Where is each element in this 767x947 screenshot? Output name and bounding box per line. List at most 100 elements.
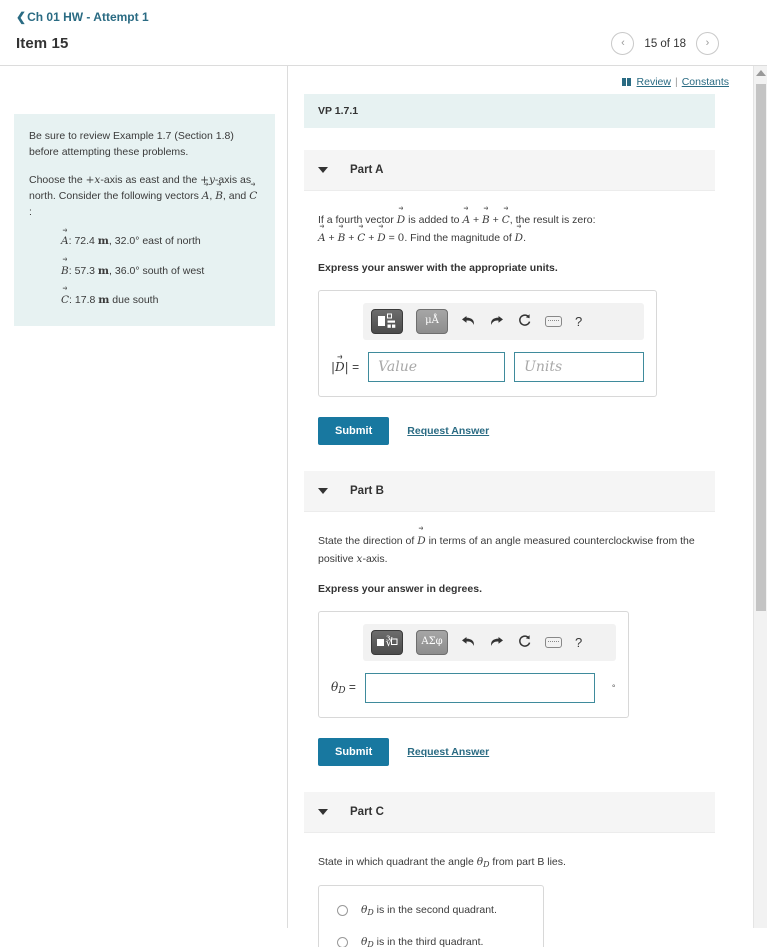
- instruction-a: Express your answer with the appropriate…: [318, 261, 558, 274]
- template-glyph: [378, 313, 396, 329]
- greek-button[interactable]: ΑΣφ: [416, 629, 448, 655]
- part-header-a[interactable]: Part A: [304, 150, 715, 191]
- keyboard-icon[interactable]: [545, 315, 562, 327]
- option-text-1: is in the second quadrant.: [373, 904, 497, 917]
- units-button-label: μÅ: [425, 315, 439, 327]
- scroll-up-arrow-icon[interactable]: [755, 70, 766, 76]
- instruction-b: Express your answer in degrees.: [318, 582, 482, 595]
- equals-sign: =: [352, 359, 360, 374]
- template-icon[interactable]: [371, 308, 403, 334]
- vector-b-symbol: B: [338, 229, 346, 247]
- value-input-a[interactable]: [368, 351, 506, 382]
- book-icon: [621, 78, 632, 86]
- option-label-2: θD is in the third quadrant.: [361, 936, 483, 947]
- undo-icon[interactable]: [461, 635, 476, 650]
- equals-sign: =: [348, 679, 356, 694]
- constants-link[interactable]: Constants: [682, 76, 729, 88]
- redo-icon[interactable]: [489, 635, 504, 650]
- q-c-pre: State in which quadrant the angle: [318, 855, 477, 868]
- quadrant-options-group: θD is in the second quadrant. θD is in t…: [318, 885, 544, 947]
- vector-a-symbol: A: [61, 233, 69, 249]
- review-link[interactable]: Review: [637, 76, 671, 88]
- part-title-a: Part A: [350, 164, 384, 176]
- q-b-pre: State the direction of: [318, 534, 418, 547]
- answer-pane: Review | Constants VP 1.7.1 Part A If a fo…: [288, 66, 767, 947]
- page-title: Item 15: [16, 35, 69, 52]
- vector-b-magnitude: 57.3: [74, 264, 95, 277]
- redo-icon[interactable]: [489, 314, 504, 329]
- question-text-b: State the direction of D in terms of an …: [318, 532, 701, 569]
- scrollbar-thumb[interactable]: [756, 84, 766, 611]
- keyboard-icon[interactable]: [545, 636, 562, 648]
- vector-c-symbol: C: [357, 229, 365, 247]
- vp-banner: VP 1.7.1: [304, 94, 715, 128]
- intro-pre: Choose the: [29, 173, 86, 186]
- units-button[interactable]: μÅ: [416, 308, 448, 334]
- submit-button-a[interactable]: Submit: [318, 416, 390, 445]
- problem-intro-box: Be sure to review Example 1.7 (Section 1…: [14, 114, 275, 327]
- redo-glyph: [491, 315, 503, 325]
- answer-label-a: |D| =: [331, 360, 359, 374]
- q-a-post: , the result is zero:: [509, 214, 596, 226]
- vector-c-symbol: C: [249, 188, 257, 204]
- request-answer-link-b[interactable]: Request Answer: [407, 746, 489, 758]
- submit-button-b[interactable]: Submit: [318, 737, 390, 766]
- angle-input-b[interactable]: [364, 672, 595, 703]
- item-count-label: 15 of 18: [644, 37, 686, 50]
- part-header-b[interactable]: Part B: [304, 470, 715, 512]
- list-item[interactable]: θD is in the second quadrant.: [337, 904, 517, 917]
- prev-item-button[interactable]: ‹: [611, 32, 635, 55]
- part-title-b: Part B: [350, 484, 384, 497]
- vector-b-unit: m: [97, 264, 110, 277]
- vector-d-symbol: D: [335, 360, 345, 374]
- q-b-end: -axis.: [362, 553, 388, 566]
- part-header-c[interactable]: Part C: [304, 791, 715, 833]
- breadcrumb-back-link[interactable]: ❮ Ch 01 HW - Attempt 1: [16, 10, 149, 24]
- undo-glyph: [462, 315, 474, 325]
- radio-button-option-1[interactable]: [337, 905, 348, 917]
- q-a-pre: If a fourth vector: [318, 214, 397, 226]
- part-body-a: If a fourth vector D is added to A + B +…: [304, 191, 715, 471]
- undo-icon[interactable]: [461, 314, 476, 329]
- intro-line-1: Be sure to review Example 1.7 (Section 1…: [29, 130, 234, 159]
- vector-item-a: A: 72.4 m, 32.0° east of north: [61, 233, 260, 249]
- reset-icon[interactable]: [517, 313, 532, 330]
- item-pager: ‹ 15 of 18 ›: [611, 32, 751, 55]
- vector-a-magnitude: 72.4: [74, 235, 95, 248]
- radio-button-option-2[interactable]: [337, 936, 348, 947]
- vector-a-unit: m: [97, 235, 109, 248]
- q-a-end: .: [523, 232, 527, 245]
- vector-c-magnitude: 17.8: [74, 293, 96, 306]
- q-c-post: from part B lies.: [489, 855, 566, 868]
- theta-subscript: D: [338, 685, 346, 696]
- actions-a: Submit Request Answer: [318, 416, 701, 445]
- intro-line-2: Choose the +x-axis as east and the +y-ax…: [29, 172, 260, 221]
- actions-b: Submit Request Answer: [318, 737, 701, 766]
- request-answer-link-a[interactable]: Request Answer: [407, 425, 489, 437]
- vector-d-symbol: D: [417, 532, 425, 550]
- sqrt-template-glyph: ∛: [377, 635, 398, 649]
- vector-d-symbol: D: [397, 211, 405, 229]
- caret-down-icon: [318, 487, 328, 494]
- answer-label-b: θD =: [331, 680, 356, 696]
- list-item[interactable]: θD is in the third quadrant.: [337, 936, 517, 947]
- vertical-scrollbar[interactable]: [753, 66, 767, 928]
- units-input-a[interactable]: [514, 351, 645, 382]
- option-text-2: is in the third quadrant.: [373, 935, 484, 947]
- reset-glyph: [519, 313, 531, 326]
- sqrt-template-icon[interactable]: ∛: [371, 629, 403, 655]
- vector-list: A: 72.4 m, 32.0° east of north B: 57.3 m…: [29, 233, 260, 308]
- question-text-c: State in which quadrant the angle θD fro…: [318, 853, 701, 872]
- q-a-tail: Find the magnitude of: [407, 232, 515, 245]
- reset-glyph: [519, 634, 531, 647]
- next-item-button[interactable]: ›: [696, 32, 719, 55]
- vector-d-symbol: D: [515, 229, 523, 247]
- zero-value: 0: [397, 232, 405, 245]
- reset-icon[interactable]: [517, 634, 532, 651]
- vector-c-direction: due south: [112, 293, 159, 306]
- help-icon[interactable]: ?: [575, 314, 582, 329]
- help-icon[interactable]: ?: [575, 635, 582, 650]
- undo-glyph: [462, 636, 474, 646]
- answer-toolbar-a: μÅ ?: [363, 302, 645, 340]
- vector-b-direction: south of west: [142, 264, 205, 277]
